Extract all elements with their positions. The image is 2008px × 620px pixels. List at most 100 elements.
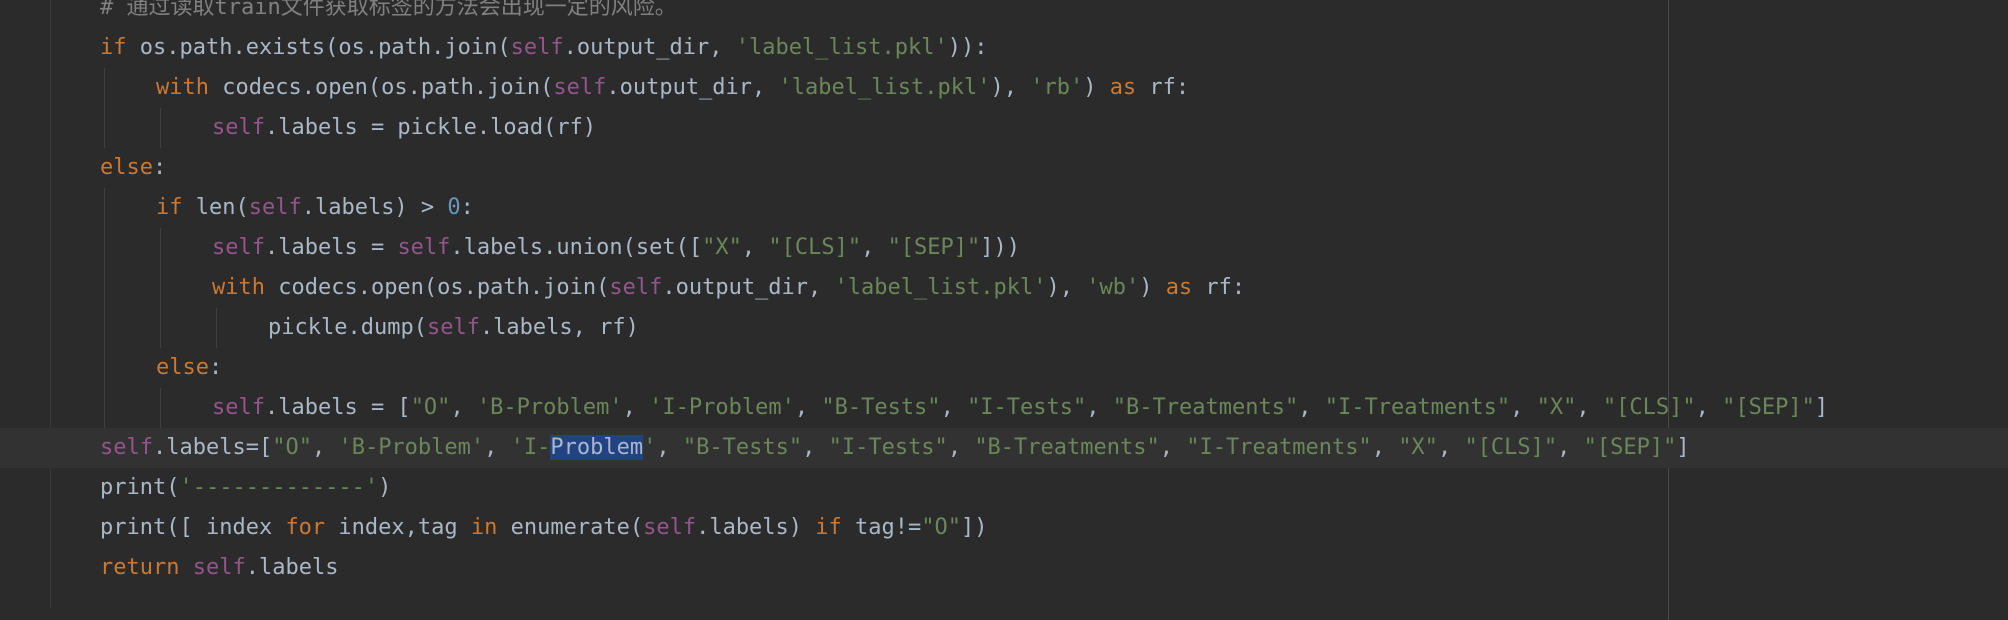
code-token: ) (1139, 275, 1166, 300)
code-line[interactable]: print('-------------') (0, 468, 2008, 508)
code-text: self.labels=["O", 'B-Problem', 'I-Proble… (100, 428, 1690, 468)
code-token: "I-Tests" (828, 435, 948, 460)
code-token: len( (182, 195, 249, 220)
code-token: "O" (410, 395, 451, 420)
code-token: : (152, 155, 167, 180)
code-token: , (861, 235, 888, 260)
code-token: print( (100, 475, 180, 500)
code-token: index,tag (325, 515, 471, 540)
code-token: "B-Treatments" (974, 435, 1160, 460)
code-text: self.labels = ["O", 'B-Problem', 'I-Prob… (212, 388, 1828, 428)
code-token: : (460, 195, 474, 220)
code-token: codecs.open(os.path.join( (264, 275, 610, 300)
code-token: self (212, 235, 265, 260)
code-token: as (1109, 75, 1137, 100)
code-token: rf: (1136, 75, 1190, 100)
code-token: "B-Treatments" (1112, 395, 1299, 420)
code-token: self (510, 35, 564, 60)
code-token: "O" (272, 435, 312, 460)
code-text: self.labels = self.labels.union(set(["X"… (212, 228, 1020, 268)
code-token: , (1371, 435, 1399, 460)
code-line[interactable]: self.labels = ["O", 'B-Problem', 'I-Prob… (0, 388, 2008, 428)
code-token: ), (1046, 275, 1087, 300)
code-token: return (100, 555, 180, 580)
code-token: .labels=[ (152, 435, 273, 460)
code-token: )): (947, 35, 988, 60)
code-line[interactable]: print([ index for index,tag in enumerate… (0, 508, 2008, 548)
code-text: if len(self.labels) > 0: (156, 188, 474, 228)
code-token: 'label_list.pkl' (834, 275, 1047, 300)
code-token: , (656, 435, 683, 460)
code-text: if os.path.exists(os.path.join(self.outp… (100, 28, 987, 68)
code-line[interactable]: pickle.dump(self.labels, rf) (0, 308, 2008, 348)
code-token: self (643, 515, 697, 540)
code-token: "B-Tests" (821, 395, 941, 420)
code-token: '-------------' (179, 475, 379, 500)
code-token: , (450, 395, 477, 420)
code-token: self (212, 115, 265, 140)
code-line[interactable]: if os.path.exists(os.path.join(self.outp… (0, 28, 2008, 68)
code-token: tag!= (841, 515, 922, 540)
code-token: if (156, 195, 183, 220)
code-token: for (285, 515, 326, 540)
code-token: ]) (961, 515, 988, 540)
code-token: "X" (1536, 395, 1577, 420)
code-token: .output_dir, (606, 75, 779, 100)
code-line[interactable]: with codecs.open(os.path.join(self.outpu… (0, 68, 2008, 108)
code-token: as (1165, 275, 1193, 300)
code-token: rf: (1192, 275, 1246, 300)
code-token: "I-Tests" (967, 395, 1087, 420)
code-line[interactable]: if len(self.labels) > 0: (0, 188, 2008, 228)
code-line[interactable]: else: (0, 148, 2008, 188)
code-token: self (248, 195, 302, 220)
code-token: with (212, 275, 265, 300)
code-token: self (100, 435, 153, 460)
code-token: .labels.union(set([ (450, 235, 703, 260)
code-line[interactable]: # 通过读取train文件获取标签的方法会出现一定的风险。 (0, 0, 2008, 28)
code-token: ) (378, 475, 392, 500)
code-token: os.path.exists(os.path.join( (126, 35, 511, 60)
code-token: enumerate( (497, 515, 644, 540)
code-text: else: (100, 148, 166, 188)
code-token: "[CLS]" (1602, 395, 1696, 420)
code-token: 'wb' (1086, 275, 1140, 300)
code-text: print([ index for index,tag in enumerate… (100, 508, 988, 548)
code-line[interactable]: else: (0, 348, 2008, 388)
code-token: 0 (447, 195, 461, 220)
code-text: # 通过读取train文件获取标签的方法会出现一定的风险。 (100, 0, 677, 28)
code-token: # 通过读取train文件获取标签的方法会出现一定的风险。 (100, 0, 677, 20)
code-token: , (1437, 435, 1465, 460)
code-token: "[SEP]" (1722, 395, 1815, 420)
code-token: in (470, 515, 498, 540)
code-token: : (208, 355, 223, 380)
code-line[interactable]: self.labels = self.labels.union(set(["X"… (0, 228, 2008, 268)
code-token: 'B-Problem' (338, 435, 485, 460)
code-token: "[CLS]" (1464, 435, 1558, 460)
code-token: 'label_list.pkl' (778, 75, 991, 100)
code-token: self (397, 235, 451, 260)
code-token: , (947, 435, 975, 460)
code-token: .labels, rf) (479, 315, 639, 340)
code-token: , (802, 435, 829, 460)
code-line[interactable]: with codecs.open(os.path.join(self.outpu… (0, 268, 2008, 308)
code-token: .labels = pickle.load(rf) (264, 115, 597, 140)
code-line[interactable]: self.labels = pickle.load(rf) (0, 108, 2008, 148)
code-token: , (311, 435, 339, 460)
code-text: self.labels = pickle.load(rf) (212, 108, 596, 148)
code-token: if (815, 515, 842, 540)
code-token: , (741, 235, 769, 260)
code-line[interactable]: return self.labels (0, 548, 2008, 588)
code-token: "[SEP]" (1583, 435, 1677, 460)
code-token: 'B-Problem' (476, 395, 623, 420)
code-line[interactable]: self.labels=["O", 'B-Problem', 'I-Proble… (0, 428, 2008, 468)
code-token: .labels) (696, 515, 816, 540)
code-token: , (1510, 395, 1537, 420)
code-text: print('-------------') (100, 468, 391, 508)
code-token: , (1695, 395, 1723, 420)
code-token: if (100, 35, 127, 60)
code-token: , (1298, 395, 1325, 420)
code-editor[interactable]: # 通过读取train文件获取标签的方法会出现一定的风险。 if os.path.… (0, 0, 2008, 620)
code-token: self (212, 395, 265, 420)
code-token: , (1576, 395, 1603, 420)
code-token: , (484, 435, 511, 460)
